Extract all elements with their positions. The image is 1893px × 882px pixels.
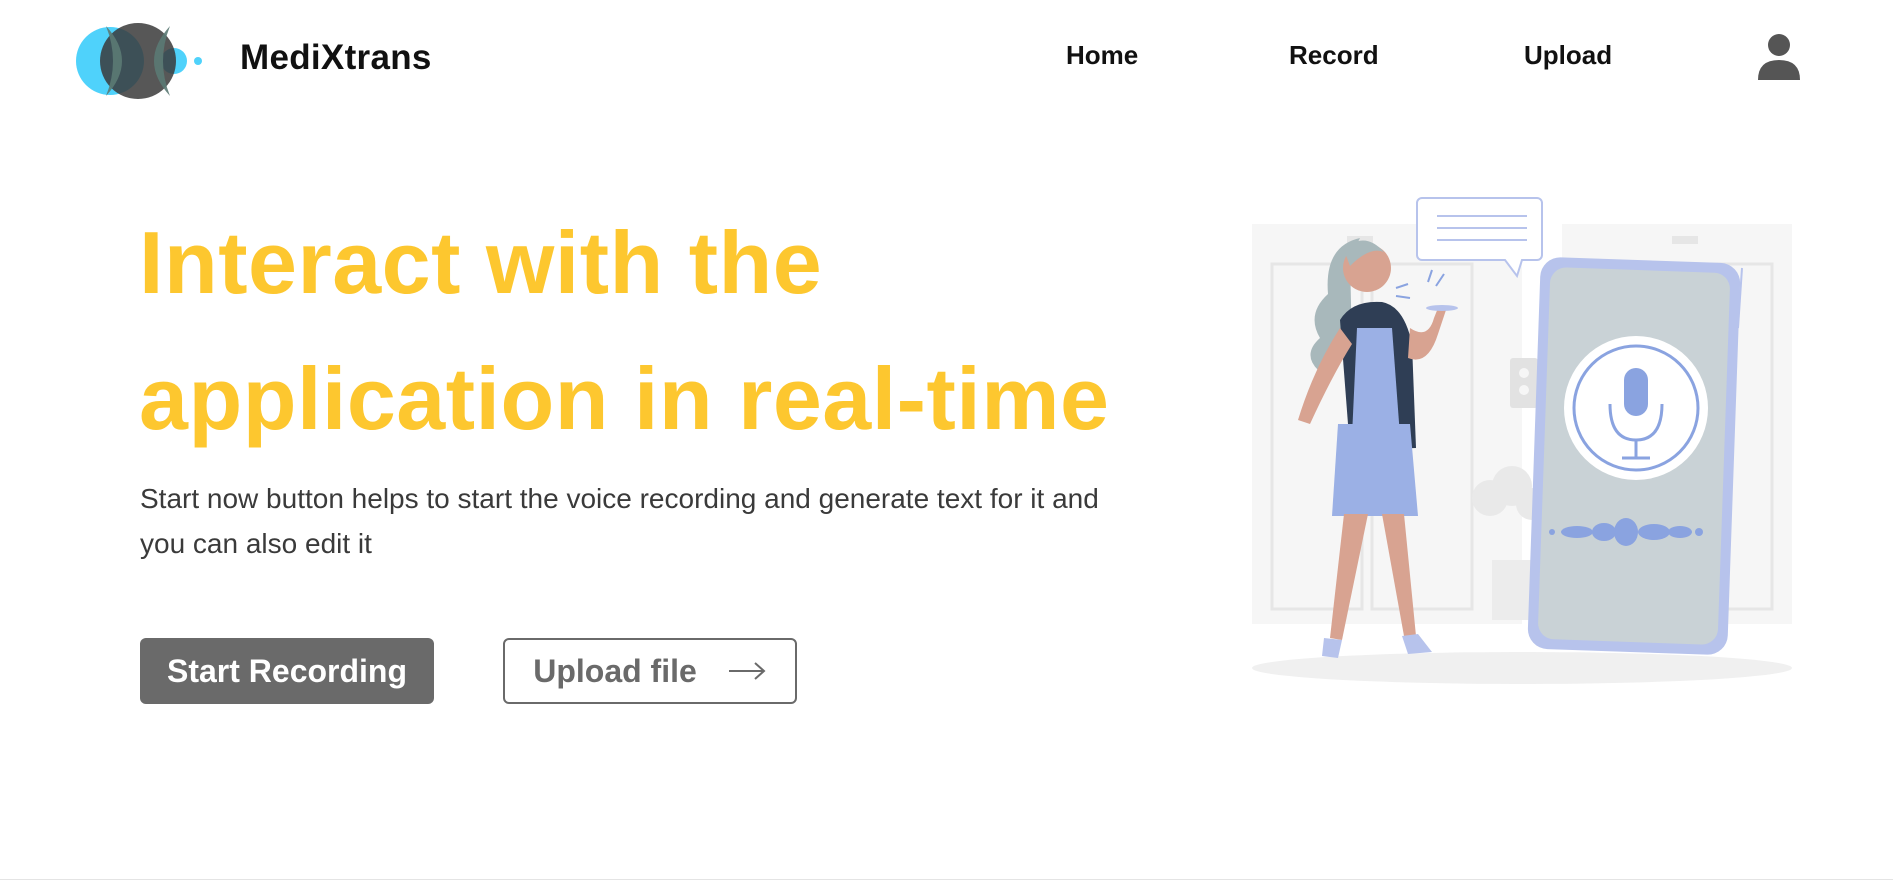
logo-icon[interactable] xyxy=(72,20,204,102)
start-recording-button[interactable]: Start Recording xyxy=(140,638,434,704)
brand-name[interactable]: MediXtrans xyxy=(240,38,432,78)
nav-link-record[interactable]: Record xyxy=(1289,40,1379,71)
bottom-divider xyxy=(0,879,1893,880)
hero-description-line2: you can also edit it xyxy=(140,528,372,559)
hero-headline: Interact with the application in real-ti… xyxy=(139,195,1139,467)
hero-description-line1: Start now button helps to start the voic… xyxy=(140,483,1099,514)
top-navbar: MediXtrans Home Record Upload xyxy=(0,0,1893,120)
nav-link-home[interactable]: Home xyxy=(1066,40,1138,71)
right-arrow-icon xyxy=(728,662,766,680)
upload-file-button-label: Upload file xyxy=(533,652,697,689)
hero-headline-line2: application in real-time xyxy=(139,349,1110,448)
hero-description: Start now button helps to start the voic… xyxy=(140,476,1140,566)
user-avatar-icon[interactable] xyxy=(1756,32,1802,80)
nav-link-upload[interactable]: Upload xyxy=(1524,40,1612,71)
hero-headline-line1: Interact with the xyxy=(139,213,823,312)
upload-file-button[interactable]: Upload file xyxy=(503,638,797,704)
hero-illustration xyxy=(1232,168,1812,690)
